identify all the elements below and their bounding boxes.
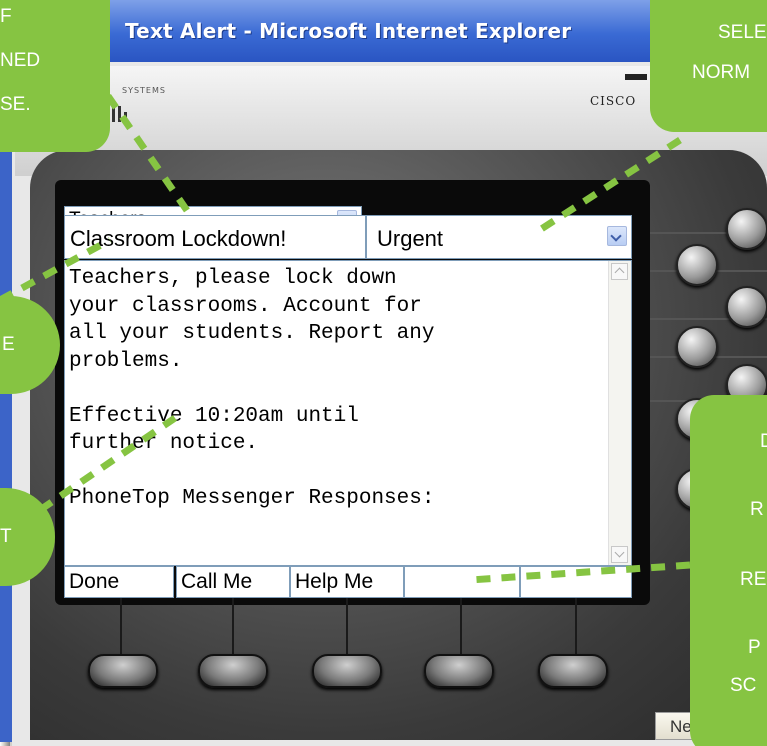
callout-bubble: SELE NORM (650, 0, 767, 132)
connector-line (105, 94, 191, 214)
callout-bubble: D R RE P SC (690, 395, 767, 746)
connector-line (533, 137, 682, 236)
connector-line (0, 236, 112, 304)
callout-text: R (750, 499, 764, 520)
callout-text: SE. (0, 94, 31, 115)
callout-text: NORM (692, 62, 751, 83)
callout-text: SELE (718, 22, 767, 43)
callout-text: F (0, 6, 12, 27)
app-stage: Text Alert - Microsoft Internet Explorer… (0, 0, 767, 746)
callout-bubble: F NED SE. (0, 0, 110, 152)
callout-text: E (2, 334, 15, 355)
callout-text: T (0, 526, 12, 547)
callout-text: D (760, 431, 767, 452)
callout-text: SC (730, 675, 757, 696)
callout-text: RE (740, 569, 767, 590)
callout-text: P (748, 637, 761, 658)
callout-text: NED (0, 50, 41, 71)
connector-line (38, 415, 177, 513)
connector-line (469, 561, 691, 584)
